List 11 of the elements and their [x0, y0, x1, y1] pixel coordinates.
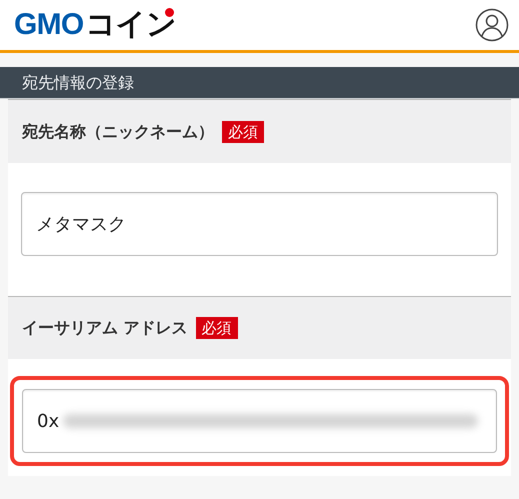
text-field[interactable]: 0x	[22, 389, 497, 453]
field-label: 宛先名称（ニックネーム）	[22, 120, 214, 142]
field-value: 0x	[37, 410, 60, 434]
text-field[interactable]: メタマスク	[21, 192, 498, 256]
field-value: メタマスク	[36, 212, 126, 236]
logo: GMO コイン	[14, 10, 176, 40]
required-badge: 必須	[196, 317, 238, 339]
section-header: 宛先情報の登録	[0, 67, 519, 99]
user-icon[interactable]	[475, 8, 509, 42]
field-label: イーサリアム アドレス	[22, 317, 188, 339]
required-badge: 必須	[222, 120, 264, 142]
